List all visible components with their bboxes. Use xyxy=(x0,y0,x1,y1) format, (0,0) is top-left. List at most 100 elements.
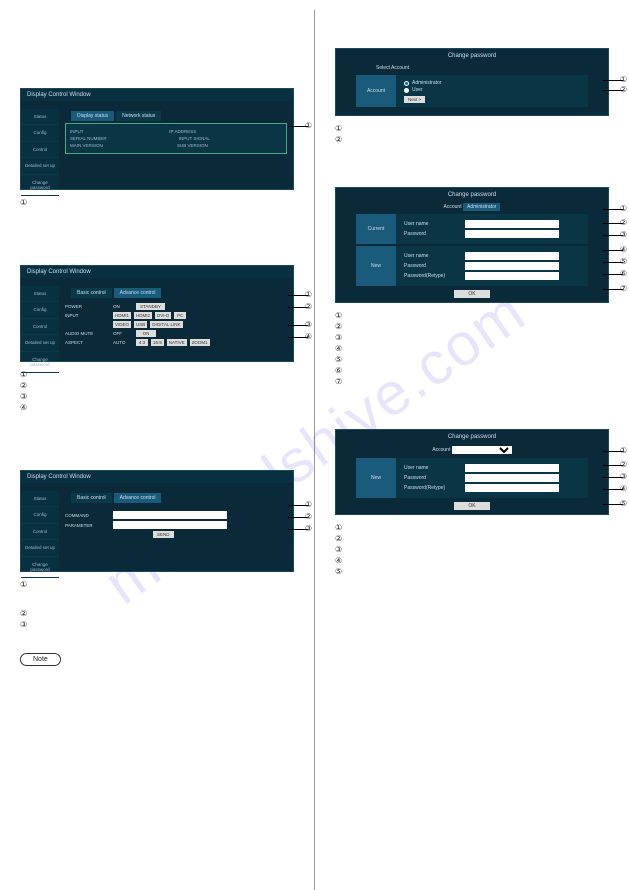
list-item: ⑥ xyxy=(335,366,609,375)
callout: ② xyxy=(620,460,627,469)
control-label: INPUT xyxy=(65,313,110,318)
callout-list: ① ② ③ ④ ⑤ xyxy=(335,523,609,576)
ok-button[interactable]: OK xyxy=(454,290,489,298)
info-label: INPUT xyxy=(70,129,84,134)
account-value: Administrator xyxy=(463,203,500,211)
retype-password-input[interactable] xyxy=(465,272,559,280)
input-button[interactable]: VIDEO xyxy=(113,321,131,328)
sidebar-item[interactable]: Status xyxy=(21,109,59,125)
sidebar: Status Config Control Detailed set up Ch… xyxy=(21,109,59,189)
new-password-input[interactable] xyxy=(465,262,559,270)
sidebar-item[interactable]: Detailed set up xyxy=(21,158,59,174)
next-button[interactable]: Next > xyxy=(404,96,425,103)
status-panel: Display Control Window Status Config Con… xyxy=(20,88,294,190)
parameter-input[interactable] xyxy=(113,521,227,529)
aspect-button[interactable]: 4:3 xyxy=(136,339,148,346)
callout: ⑤ xyxy=(620,257,627,266)
sidebar-item[interactable]: Change password xyxy=(21,557,59,579)
input-button[interactable]: PC xyxy=(174,312,186,319)
callout: ② xyxy=(305,512,312,521)
tab-advance[interactable]: Advance control xyxy=(114,288,162,298)
callout-list: ① xyxy=(20,198,294,207)
tab-network-status[interactable]: Network status xyxy=(116,111,161,121)
callout-list: ① xyxy=(20,580,294,589)
radio-user[interactable]: User xyxy=(404,87,580,93)
list-item: ① xyxy=(20,370,294,379)
aspect-button[interactable]: ZOOM1 xyxy=(190,339,210,346)
username-input[interactable] xyxy=(465,220,559,228)
radio-label: User xyxy=(412,87,423,93)
callout: ① xyxy=(620,446,627,455)
change-password-admin: Change password Account Administrator Cu… xyxy=(335,187,609,303)
info-label: MAIN VERSION xyxy=(70,143,103,148)
list-item: ④ xyxy=(335,556,609,565)
change-password-select: Change password Select Account Account A… xyxy=(335,48,609,116)
callout-list: ① ② xyxy=(335,124,609,144)
list-item: ② xyxy=(335,322,609,331)
username-input[interactable] xyxy=(465,464,559,472)
callout: ④ xyxy=(620,484,627,493)
standby-button[interactable]: STANDBY xyxy=(136,303,165,310)
tab-display-status[interactable]: Display status xyxy=(71,111,114,121)
tab-basic[interactable]: Basic control xyxy=(71,493,112,503)
send-button[interactable]: SEND xyxy=(153,531,174,538)
info-label: SUB VERSION xyxy=(177,143,208,148)
panel-title: Display Control Window xyxy=(21,266,293,278)
ok-button[interactable]: OK xyxy=(454,502,489,510)
list-item: ① xyxy=(20,198,294,207)
control-label: AUDIO MUTE xyxy=(65,331,110,336)
password-input[interactable] xyxy=(465,474,559,482)
input-button[interactable]: HDMI1 xyxy=(113,312,131,319)
command-panel: Display Control Window Status Config Con… xyxy=(20,470,294,572)
sidebar-item[interactable]: Control xyxy=(21,142,59,158)
change-password-user: Change password Account New User name Pa… xyxy=(335,429,609,515)
field-label: User name xyxy=(404,465,459,471)
list-item: ② xyxy=(335,135,609,144)
new-username-input[interactable] xyxy=(465,252,559,260)
sidebar-item[interactable]: Change password xyxy=(21,175,59,197)
sidebar-item[interactable]: Config xyxy=(21,302,59,318)
input-button[interactable]: HDMI2 xyxy=(134,312,152,319)
info-label: SERIAL NUMBER xyxy=(70,136,107,141)
aspect-button[interactable]: 16:9 xyxy=(151,339,164,346)
input-button[interactable]: DVI-D xyxy=(155,312,171,319)
mute-button[interactable]: ON xyxy=(136,330,156,337)
sidebar-item[interactable]: Config xyxy=(21,507,59,523)
radio-administrator[interactable]: Administrator xyxy=(404,80,580,86)
tab-advance[interactable]: Advance control xyxy=(114,493,162,503)
sidebar-item[interactable]: Control xyxy=(21,524,59,540)
callout: ③ xyxy=(620,472,627,481)
input-button[interactable]: DIGITAL LINK xyxy=(150,321,182,328)
command-input[interactable] xyxy=(113,511,227,519)
aspect-button[interactable]: NATIVE xyxy=(167,339,187,346)
retype-password-input[interactable] xyxy=(465,484,559,492)
control-value: ON xyxy=(113,304,133,309)
sidebar-item[interactable]: Status xyxy=(21,286,59,302)
radio-icon xyxy=(404,88,409,93)
sidebar-item[interactable]: Detailed set up xyxy=(21,335,59,351)
page: Display Control Window Status Config Con… xyxy=(0,0,629,893)
panel-title: Change password xyxy=(336,188,608,202)
input-button[interactable]: USB xyxy=(134,321,147,328)
field-label: Password xyxy=(404,231,459,237)
control-label: POWER xyxy=(65,304,110,309)
password-input[interactable] xyxy=(465,230,559,238)
tab-basic[interactable]: Basic control xyxy=(71,288,112,298)
panel-subtitle: Select Account xyxy=(336,63,608,73)
callout-1: ① xyxy=(305,121,312,130)
sidebar-item[interactable]: Status xyxy=(21,491,59,507)
sidebar-item[interactable]: Config xyxy=(21,125,59,141)
list-item: ④ xyxy=(20,403,294,412)
sidebar-item[interactable]: Control xyxy=(21,319,59,335)
field-label: Password xyxy=(404,263,459,269)
field-label: User name xyxy=(404,221,459,227)
account-select[interactable] xyxy=(452,446,512,454)
sidebar: Status Config Control Detailed set up Ch… xyxy=(21,286,59,361)
sidebar-item[interactable]: Detailed set up xyxy=(21,540,59,556)
control-value: AUTO xyxy=(113,340,133,345)
sidebar-item[interactable]: Change password xyxy=(21,352,59,374)
field-label: COMMAND xyxy=(65,513,110,518)
control-label: ASPECT xyxy=(65,340,110,345)
list-item: ① xyxy=(335,124,609,133)
field-label: User name xyxy=(404,253,459,259)
